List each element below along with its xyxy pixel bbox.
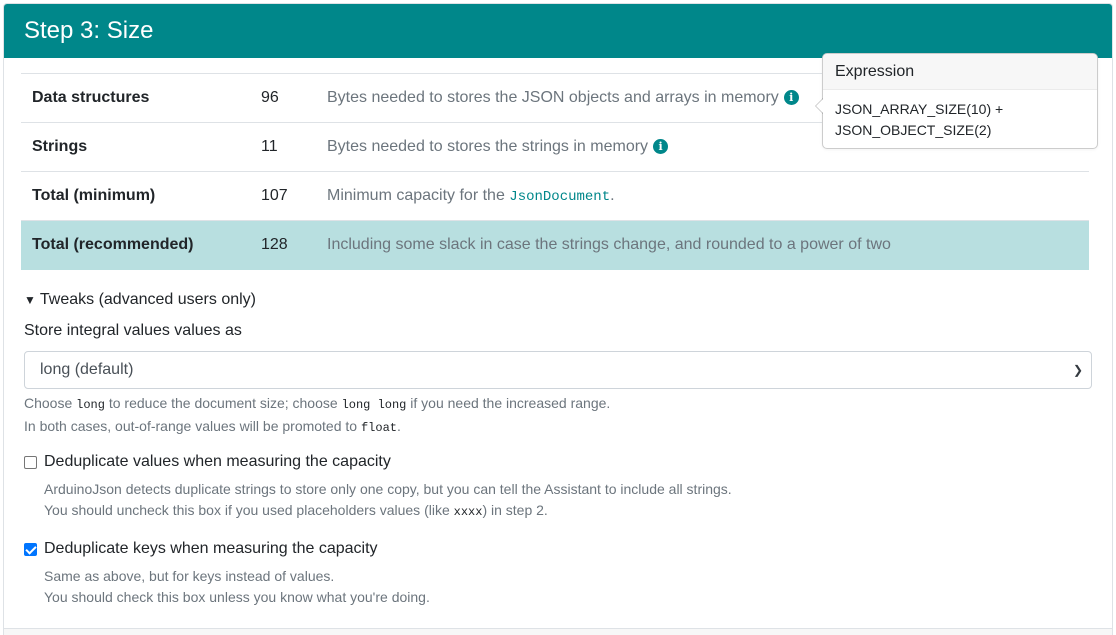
dedup-keys-checkbox-row[interactable]: Deduplicate keys when measuring the capa… xyxy=(24,540,378,558)
help-text: You should uncheck this box if you used … xyxy=(44,502,450,518)
description-text: Bytes needed to stores the strings in me… xyxy=(327,138,649,155)
row-label: Total (minimum) xyxy=(21,171,261,221)
expression-line: JSON_OBJECT_SIZE(2) xyxy=(835,122,992,138)
integer-type-select[interactable]: long (default) ❯ xyxy=(24,351,1092,389)
select-value: long (default) xyxy=(40,361,134,378)
description-text: Minimum capacity for the xyxy=(327,187,505,204)
select-help: Choose long to reduce the document size;… xyxy=(24,393,610,439)
help-line: You should uncheck this box if you used … xyxy=(44,500,732,523)
popover-title: Expression xyxy=(823,54,1097,90)
row-value: 11 xyxy=(261,122,327,172)
row-label: Strings xyxy=(21,122,261,172)
help-line: ArduinoJson detects duplicate strings to… xyxy=(44,481,732,497)
card-header: Step 3: Size xyxy=(4,4,1112,58)
tweaks-label: Tweaks (advanced users only) xyxy=(39,291,256,308)
help-line: Choose long to reduce the document size;… xyxy=(24,393,610,416)
dedup-values-checkbox[interactable] xyxy=(24,455,37,469)
popover-body: JSON_ARRAY_SIZE(10) + JSON_OBJECT_SIZE(2… xyxy=(823,90,1097,150)
dedup-keys-help: Same as above, but for keys instead of v… xyxy=(44,566,430,608)
row-value: 107 xyxy=(261,171,327,221)
info-icon[interactable]: i xyxy=(783,90,799,105)
row-label: Total (recommended) xyxy=(21,220,261,270)
table-row-recommended: Total (recommended) 128 Including some s… xyxy=(21,220,1089,270)
row-description: Including some slack in case the strings… xyxy=(327,220,1089,270)
row-label: Data structures xyxy=(21,73,261,123)
tweaks-summary[interactable]: ▼ Tweaks (advanced users only) xyxy=(24,291,256,309)
dedup-values-checkbox-row[interactable]: Deduplicate values when measuring the ca… xyxy=(24,453,391,471)
help-line: Same as above, but for keys instead of v… xyxy=(44,568,335,584)
dedup-values-label[interactable]: Deduplicate values when measuring the ca… xyxy=(44,453,391,471)
description-suffix: . xyxy=(610,187,615,204)
row-value: 128 xyxy=(261,220,327,270)
help-line: You should check this box unless you kno… xyxy=(44,589,430,605)
description-text: Bytes needed to stores the JSON objects … xyxy=(327,89,779,106)
popover-arrow xyxy=(815,98,823,114)
row-value: 96 xyxy=(261,73,327,123)
dedup-values-help: ArduinoJson detects duplicate strings to… xyxy=(44,479,732,523)
expression-popover: Expression JSON_ARRAY_SIZE(10) + JSON_OB… xyxy=(815,53,1098,150)
help-line: In both cases, out-of-range values will … xyxy=(24,416,610,439)
chevron-down-icon: ❯ xyxy=(1072,363,1083,377)
help-code: long long xyxy=(341,398,407,412)
info-icon[interactable]: i xyxy=(653,139,669,154)
dedup-keys-label[interactable]: Deduplicate keys when measuring the capa… xyxy=(44,540,378,558)
triangle-down-icon: ▼ xyxy=(24,293,36,307)
help-code: xxxx xyxy=(453,505,483,519)
help-text: . xyxy=(396,418,401,434)
help-text: In both cases, out-of-range values will … xyxy=(24,418,358,434)
table-row: Total (minimum) 107 Minimum capacity for… xyxy=(21,171,1089,221)
help-text: ) in step 2. xyxy=(482,502,548,518)
help-text: to reduce the document size; choose xyxy=(108,395,338,411)
row-description: Minimum capacity for the JsonDocument. xyxy=(327,171,1089,221)
card-footer xyxy=(4,628,1112,635)
expression-line: JSON_ARRAY_SIZE(10) + xyxy=(835,101,1004,117)
help-text: Choose xyxy=(24,395,73,411)
store-integral-label: Store integral values values as xyxy=(24,322,242,339)
help-code: long xyxy=(76,398,105,412)
help-code: float xyxy=(360,421,397,435)
dedup-keys-checkbox[interactable] xyxy=(24,542,37,556)
help-text: if you need the increased range. xyxy=(410,395,611,411)
step-title: Step 3: Size xyxy=(24,17,154,44)
jsondocument-code: JsonDocument xyxy=(509,189,611,205)
